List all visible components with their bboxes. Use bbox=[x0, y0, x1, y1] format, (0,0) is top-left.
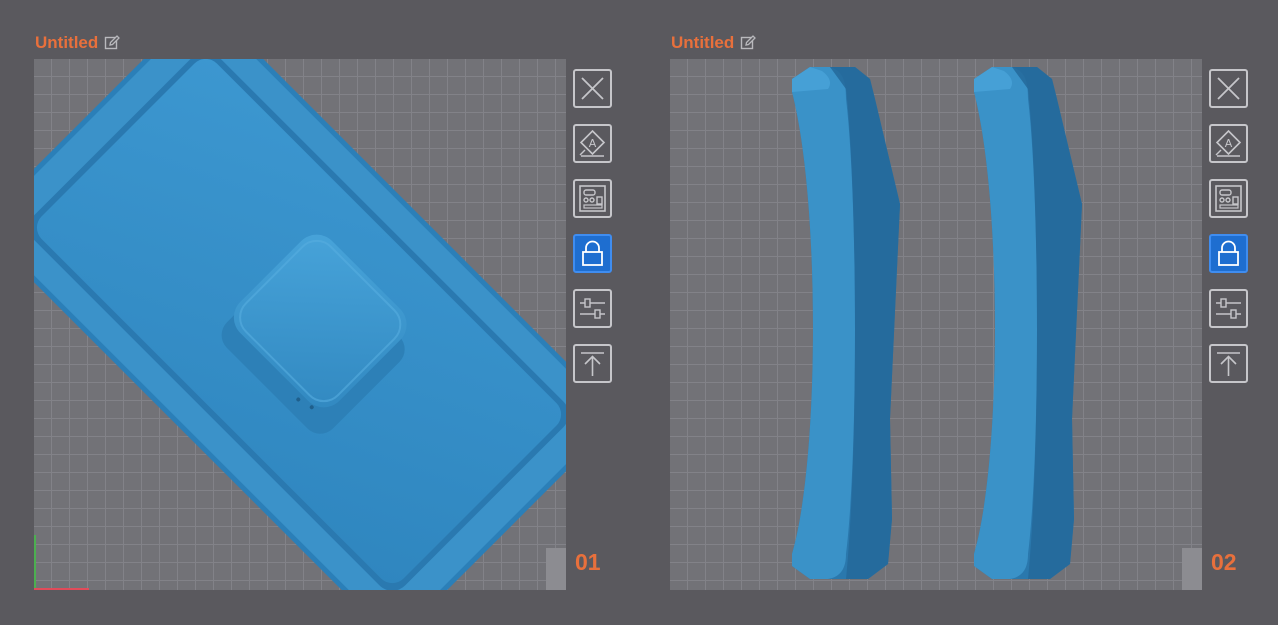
panel-number: 01 bbox=[575, 549, 601, 575]
close-icon bbox=[1217, 77, 1240, 100]
edit-icon[interactable] bbox=[740, 35, 757, 51]
settings-button[interactable] bbox=[1209, 289, 1248, 328]
arrange-button[interactable] bbox=[573, 179, 612, 218]
export-button[interactable] bbox=[573, 344, 612, 383]
orient-icon: A bbox=[579, 129, 606, 157]
edit-icon[interactable] bbox=[104, 35, 121, 51]
viewer-toolbar: A bbox=[573, 69, 615, 399]
sliders-icon bbox=[580, 298, 605, 319]
arrange-icon bbox=[579, 185, 606, 212]
svg-text:A: A bbox=[1225, 137, 1233, 150]
svg-text:A: A bbox=[589, 137, 597, 150]
arrange-icon bbox=[1215, 185, 1242, 212]
x-axis-indicator bbox=[34, 588, 89, 590]
viewport-scroll-handle[interactable] bbox=[1182, 548, 1202, 590]
file-title-text[interactable]: Untitled bbox=[35, 33, 98, 53]
model-render bbox=[34, 59, 566, 590]
sliders-icon bbox=[1216, 298, 1241, 319]
orient-icon: A bbox=[1215, 129, 1242, 157]
lock-icon bbox=[582, 240, 603, 266]
lock-button[interactable] bbox=[573, 234, 612, 273]
viewport-scroll-handle[interactable] bbox=[546, 548, 566, 590]
panel-number: 02 bbox=[1211, 549, 1237, 575]
export-icon bbox=[581, 352, 604, 376]
file-title-text[interactable]: Untitled bbox=[671, 33, 734, 53]
arrange-button[interactable] bbox=[1209, 179, 1248, 218]
export-icon bbox=[1217, 352, 1240, 376]
settings-button[interactable] bbox=[573, 289, 612, 328]
orient-button[interactable]: A bbox=[1209, 124, 1248, 163]
3d-viewport[interactable] bbox=[34, 59, 566, 590]
close-icon bbox=[581, 77, 604, 100]
3d-viewport[interactable] bbox=[670, 59, 1202, 590]
close-button[interactable] bbox=[573, 69, 612, 108]
file-title[interactable]: Untitled bbox=[35, 33, 121, 53]
viewer-panel-2: Untitled A 02 bbox=[636, 0, 1248, 625]
orient-button[interactable]: A bbox=[573, 124, 612, 163]
lock-button[interactable] bbox=[1209, 234, 1248, 273]
viewer-panel-1: Untitled A 01 bbox=[0, 0, 612, 625]
model-render bbox=[792, 67, 1082, 579]
lock-icon bbox=[1218, 240, 1239, 266]
viewer-toolbar: A bbox=[1209, 69, 1251, 399]
y-axis-indicator bbox=[34, 535, 36, 590]
close-button[interactable] bbox=[1209, 69, 1248, 108]
file-title[interactable]: Untitled bbox=[671, 33, 757, 53]
export-button[interactable] bbox=[1209, 344, 1248, 383]
